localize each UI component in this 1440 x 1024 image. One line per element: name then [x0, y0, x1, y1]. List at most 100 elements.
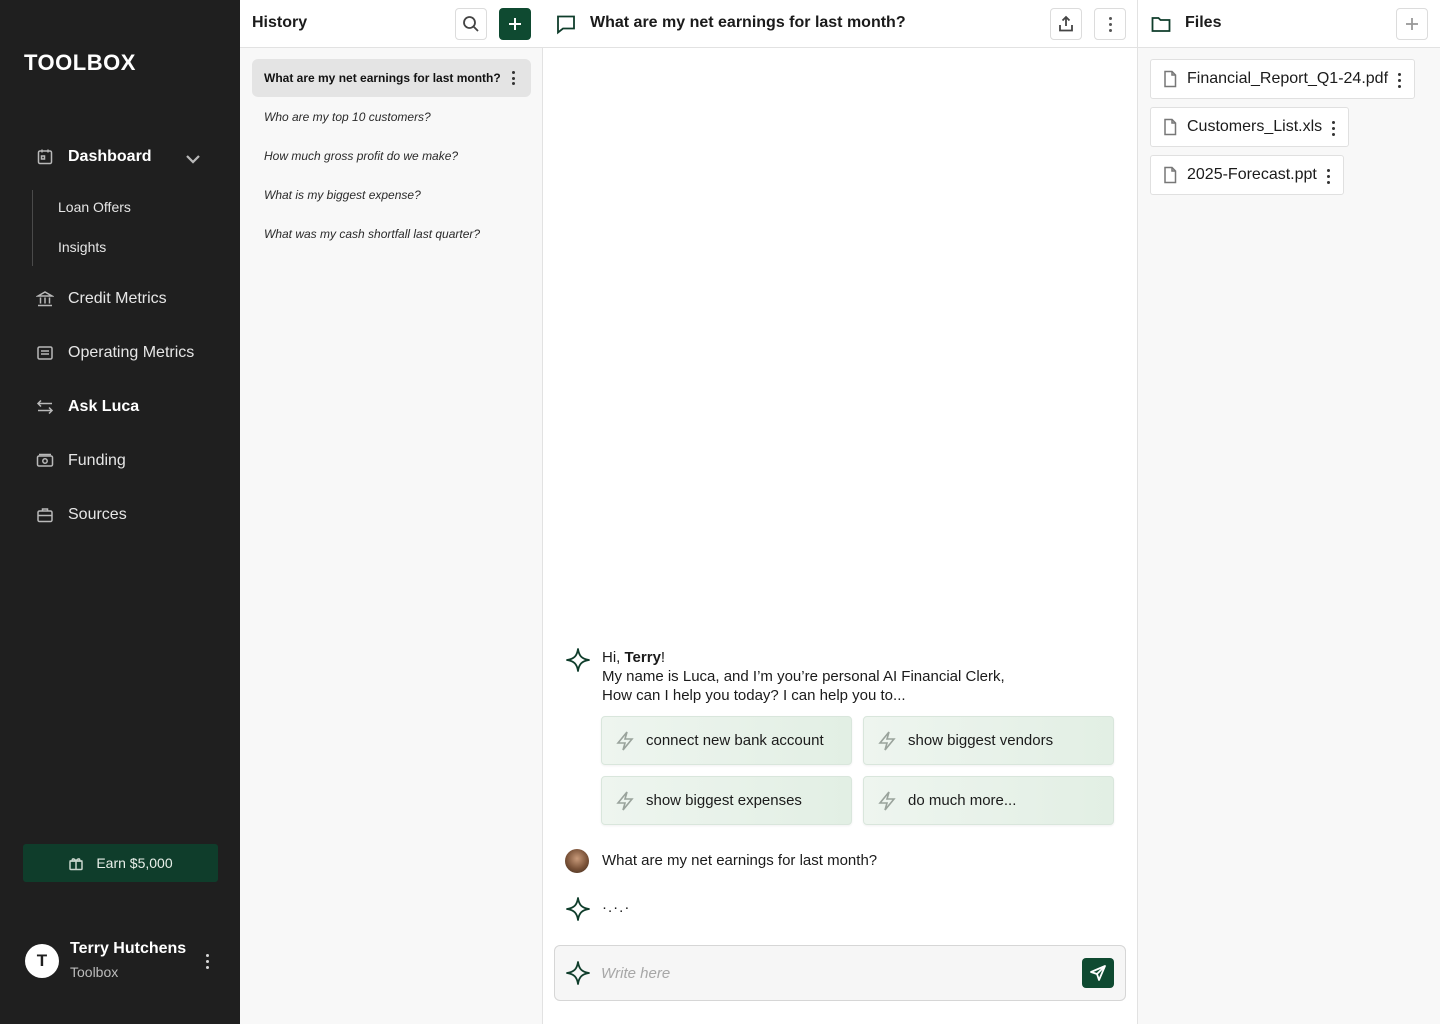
sidebar-item-operating-metrics[interactable]: Operating Metrics: [36, 335, 216, 371]
upload-icon: [1059, 15, 1073, 32]
lightning-icon: [878, 730, 896, 751]
more-vertical-icon: [1108, 16, 1112, 32]
greeting-hi: Hi,: [602, 649, 625, 666]
send-icon: [1090, 965, 1106, 981]
calendar-icon: [37, 149, 53, 165]
composer: [554, 945, 1126, 1001]
plus-icon: [1406, 18, 1418, 30]
chat-panel: What are my net earnings for last month?…: [543, 0, 1138, 1024]
history-item-label: What was my cash shortfall last quarter?: [264, 227, 481, 241]
files-panel: Files Financial_Report_Q1-24.pdf Custome…: [1138, 0, 1440, 1024]
chat-menu-button[interactable]: [1094, 8, 1126, 40]
file-item[interactable]: Customers_List.xls: [1150, 107, 1350, 147]
files-title: Files: [1185, 14, 1222, 31]
history-item-label: How much gross profit do we make?: [264, 149, 459, 163]
document-icon: [1164, 118, 1177, 136]
plus-icon: [509, 18, 521, 30]
suggestion-label: show biggest expenses: [646, 792, 802, 809]
list-icon: [37, 346, 53, 360]
history-search-button[interactable]: [455, 8, 487, 40]
file-menu-icon[interactable]: [1326, 169, 1330, 184]
send-button[interactable]: [1082, 958, 1114, 988]
gift-icon: [69, 858, 84, 871]
earn-button[interactable]: Earn $5,000: [23, 844, 218, 882]
sidebar-item-dashboard[interactable]: Dashboard: [36, 139, 216, 175]
assistant-greeting: Hi, Terry! My name is Luca, and I’m you’…: [602, 648, 1005, 705]
file-item[interactable]: 2025-Forecast.ppt: [1150, 155, 1344, 195]
sidebar-item-funding[interactable]: Funding: [36, 443, 216, 479]
folder-icon: [1151, 17, 1171, 32]
history-header: History: [240, 0, 543, 48]
chat-header: What are my net earnings for last month?: [543, 0, 1138, 48]
app-logo[interactable]: TOOLBOX: [24, 50, 136, 76]
sidebar-item-label: Funding: [68, 452, 126, 469]
suggestion-chip[interactable]: do much more...: [863, 776, 1114, 825]
file-menu-icon[interactable]: [1332, 121, 1336, 136]
history-item[interactable]: What was my cash shortfall last quarter?: [252, 215, 531, 253]
message-icon: [557, 15, 575, 35]
add-file-button[interactable]: [1396, 8, 1428, 40]
sidebar-item-credit-metrics[interactable]: Credit Metrics: [36, 281, 216, 317]
file-name: Customers_List.xls: [1187, 118, 1323, 135]
user-avatar: [565, 849, 589, 873]
greeting-line: How can I help you today? I can help you…: [602, 687, 906, 704]
suggestion-label: do much more...: [908, 792, 1017, 809]
sidebar-item-sources[interactable]: Sources: [36, 497, 216, 533]
document-icon: [1164, 70, 1177, 88]
earn-button-label: Earn $5,000: [96, 855, 173, 871]
suggestion-chip[interactable]: show biggest expenses: [601, 776, 852, 825]
luca-sparkle-icon: [566, 961, 590, 985]
suggestion-chip[interactable]: connect new bank account: [601, 716, 852, 765]
history-item[interactable]: Who are my top 10 customers?: [252, 98, 531, 136]
message-input[interactable]: [601, 960, 1071, 986]
chat-title: What are my net earnings for last month?: [590, 14, 906, 31]
sidebar-item-label: Dashboard: [68, 148, 152, 165]
files-header: Files: [1138, 0, 1440, 48]
history-item-label: What are my net earnings for last month?: [264, 71, 501, 85]
user-name: Terry Hutchens: [70, 940, 187, 957]
sidebar-item-label: Ask Luca: [68, 398, 140, 415]
greeting-line: My name is Luca, and I’m you’re personal…: [602, 668, 1005, 685]
sidebar: TOOLBOX Dashboard Loan Offers Insights C…: [0, 0, 240, 1024]
luca-sparkle-icon: [566, 648, 590, 672]
user-menu-icon[interactable]: [198, 950, 216, 972]
history-item[interactable]: What are my net earnings for last month?: [252, 59, 531, 97]
arrows-icon: [36, 399, 54, 415]
history-item-menu-icon[interactable]: [511, 71, 515, 85]
new-chat-button[interactable]: [499, 8, 531, 40]
file-menu-icon[interactable]: [1398, 73, 1402, 88]
history-item[interactable]: What is my biggest expense?: [252, 176, 531, 214]
greeting-name: Terry: [624, 649, 661, 666]
chevron-down-icon[interactable]: [184, 150, 202, 168]
file-name: 2025-Forecast.ppt: [1187, 166, 1317, 183]
sidebar-item-label: Operating Metrics: [68, 344, 195, 361]
history-item-label: What is my biggest expense?: [264, 188, 421, 202]
briefcase-icon: [37, 508, 53, 523]
sidebar-item-label: Credit Metrics: [68, 290, 167, 307]
user-profile[interactable]: T Terry Hutchens Toolbox: [24, 940, 224, 984]
share-button[interactable]: [1050, 8, 1082, 40]
history-title: History: [252, 14, 308, 31]
sidebar-item-ask-luca[interactable]: Ask Luca: [36, 389, 216, 425]
suggestion-chip[interactable]: show biggest vendors: [863, 716, 1114, 765]
typing-indicator: ·.·.·: [602, 899, 631, 916]
search-icon: [463, 16, 479, 32]
history-item-label: Who are my top 10 customers?: [264, 110, 431, 124]
sidebar-item-label: Sources: [68, 506, 127, 523]
greeting-exclaim: !: [660, 649, 666, 666]
bank-icon: [36, 291, 54, 307]
history-panel: History What are my net earnings for las…: [240, 0, 543, 1024]
user-message: What are my net earnings for last month?: [602, 852, 878, 869]
sidebar-subitem-insights[interactable]: Insights: [58, 239, 106, 255]
lightning-icon: [616, 790, 634, 811]
luca-sparkle-icon: [566, 897, 590, 921]
history-item[interactable]: How much gross profit do we make?: [252, 137, 531, 175]
lightning-icon: [878, 790, 896, 811]
user-org: Toolbox: [70, 964, 119, 980]
suggestion-label: show biggest vendors: [908, 732, 1054, 749]
avatar: T: [25, 944, 59, 978]
file-name: Financial_Report_Q1-24.pdf: [1187, 70, 1389, 87]
sidebar-subitem-loan-offers[interactable]: Loan Offers: [58, 199, 131, 215]
sidebar-subnav: Loan Offers Insights: [32, 190, 222, 266]
file-item[interactable]: Financial_Report_Q1-24.pdf: [1150, 59, 1416, 99]
